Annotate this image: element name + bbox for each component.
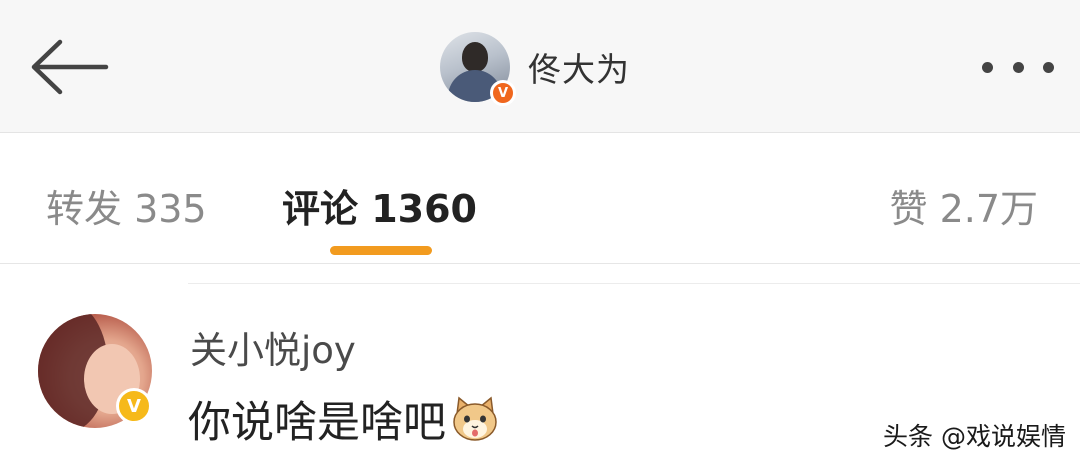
tab-comment[interactable]: 评论 1360 (282, 178, 477, 233)
comment-body: 你说啥是啥吧 (188, 398, 446, 448)
tab-like[interactable]: 赞 2.7万 (889, 178, 1038, 233)
back-arrow-icon (31, 39, 109, 95)
verified-badge-icon: V (490, 80, 516, 106)
top-navigation-bar: V 佟大为 (0, 0, 1080, 133)
tab-repost[interactable]: 转发 335 (46, 178, 207, 233)
more-horizontal-icon (1043, 61, 1054, 73)
comment-text: 你说啥是啥吧 (188, 388, 500, 450)
more-button[interactable] (982, 52, 1054, 82)
more-horizontal-icon (1012, 61, 1024, 73)
active-tab-indicator (330, 246, 432, 255)
avatar[interactable]: V (440, 32, 516, 106)
header-user-name[interactable]: 佟大为 (528, 43, 630, 91)
profile-header[interactable]: V 佟大为 (440, 30, 630, 106)
avatar[interactable]: V (38, 314, 152, 428)
commenter-name[interactable]: 关小悦joy (190, 320, 356, 374)
more-horizontal-icon (982, 61, 993, 73)
cat-face-emoji-icon (450, 394, 500, 444)
back-button[interactable] (26, 34, 110, 100)
watermark: 头条 @戏说娱情 (883, 422, 1066, 451)
weibo-comments-page: V 佟大为 转发 335 评论 1360 赞 2.7万 V 关小悦joy 你说啥… (0, 0, 1080, 467)
verified-badge-icon: V (116, 388, 152, 424)
tab-bar: 转发 335 评论 1360 赞 2.7万 (0, 134, 1080, 264)
